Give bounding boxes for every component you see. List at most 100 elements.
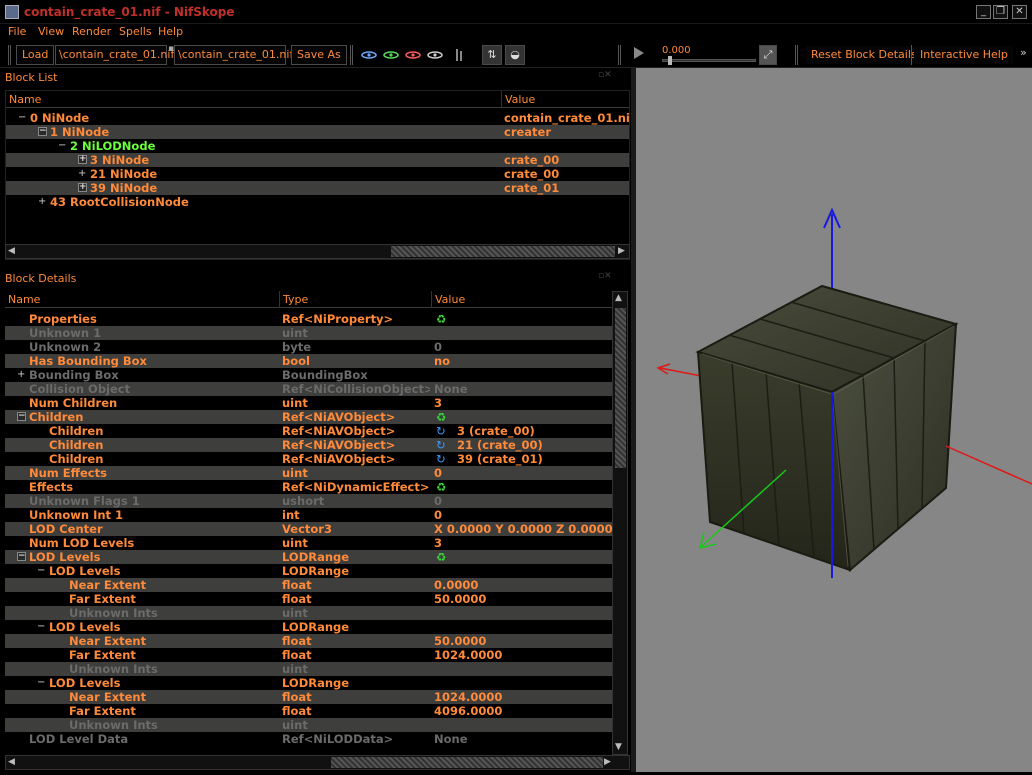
block_details-row[interactable]: Unknown Int 1 int 0	[5, 508, 613, 522]
expand-icon[interactable]: +	[78, 183, 87, 192]
scroll-thumb[interactable]	[615, 308, 626, 468]
block_details-row[interactable]: Children Ref<NiAVObject> ↻ 21 (crate_00)	[5, 438, 613, 452]
load-path-field[interactable]: \contain_crate_01.nif	[55, 45, 174, 65]
menu-render[interactable]: Render	[72, 25, 111, 38]
walk-icon[interactable]	[456, 49, 462, 61]
row-value[interactable]: 0	[434, 508, 613, 522]
save-as-button[interactable]: Save As	[291, 45, 347, 65]
block_details-row[interactable]: − LOD Levels LODRange	[5, 564, 613, 578]
expand-icon[interactable]: +	[38, 195, 48, 209]
block_details-row[interactable]: − LOD Levels LODRange	[5, 620, 613, 634]
save-path-field[interactable]: \contain_crate_01.nif	[174, 45, 293, 65]
interactive-help-button[interactable]: Interactive Help	[914, 45, 1014, 65]
collapse-icon[interactable]: −	[37, 620, 47, 634]
block_details-row[interactable]: Unknown Ints uint	[5, 718, 613, 732]
block-details-vscrollbar[interactable]: ▲ ▼	[612, 291, 628, 755]
block_details-row[interactable]: + Bounding Box BoundingBox	[5, 368, 613, 382]
ref-link-icon[interactable]: ♻	[436, 550, 450, 564]
block_details-row[interactable]: Far Extent float 50.0000	[5, 592, 613, 606]
menu-help[interactable]: Help	[158, 25, 183, 38]
scroll-thumb[interactable]	[391, 246, 615, 257]
block_details-row[interactable]: − LOD Levels LODRange	[5, 676, 613, 690]
block_list-row[interactable]: −1 NiNode creater	[6, 125, 629, 139]
play-icon[interactable]	[634, 47, 644, 59]
row-value[interactable]: crate_00	[504, 153, 629, 167]
block_details-row[interactable]: Near Extent float 1024.0000	[5, 690, 613, 704]
row-value[interactable]: None	[434, 732, 613, 746]
maximize-button[interactable]: ❐	[993, 5, 1008, 19]
block_details-row[interactable]: Far Extent float 4096.0000	[5, 704, 613, 718]
collapse-icon[interactable]: −	[17, 412, 26, 421]
block_details-row[interactable]: Near Extent float 50.0000	[5, 634, 613, 648]
block_details-row[interactable]: Collision Object Ref<NiCollisionObject> No…	[5, 382, 613, 396]
scroll-down-icon[interactable]: ▼	[615, 742, 622, 752]
column-value[interactable]: Value	[431, 291, 615, 308]
collapse-icon[interactable]: −	[37, 564, 47, 578]
reset-block-details-button[interactable]: Reset Block Details	[805, 45, 923, 65]
ref-link-icon[interactable]: ♻	[436, 312, 450, 326]
row-value[interactable]: 0	[434, 340, 613, 354]
collapse-icon[interactable]: −	[18, 111, 28, 125]
scroll-right-icon[interactable]: ▶	[618, 246, 625, 256]
toolbar-grip-4[interactable]	[795, 45, 798, 65]
block_details-row[interactable]: Effects Ref<NiDynamicEffect> ♻	[5, 480, 613, 494]
block_details-row[interactable]: Unknown Ints uint	[5, 606, 613, 620]
block_details-row[interactable]: Unknown 1 uint	[5, 326, 613, 340]
block_list-row[interactable]: +43 RootCollisionNode	[6, 195, 629, 209]
column-value[interactable]: Value	[501, 91, 629, 108]
crate-scene[interactable]	[636, 68, 1032, 772]
block_list-row[interactable]: −0 NiNode contain_crate_01.ni	[6, 111, 629, 125]
block_details-row[interactable]: Unknown Flags 1 ushort 0	[5, 494, 613, 508]
block_details-row[interactable]: Properties Ref<NiProperty> ♻	[5, 312, 613, 326]
toolbar-grip-2[interactable]	[350, 45, 353, 65]
block-ref-icon[interactable]: ↻	[436, 438, 450, 452]
block_details-row[interactable]: Num Effects uint 0	[5, 466, 613, 480]
column-type[interactable]: Type	[279, 291, 431, 308]
row-value[interactable]: contain_crate_01.ni	[504, 111, 629, 125]
collapse-icon[interactable]: −	[38, 127, 47, 136]
collapse-icon[interactable]: −	[37, 676, 47, 690]
scroll-left-icon[interactable]: ◀	[8, 757, 15, 767]
row-value[interactable]: 3 (crate_00)	[457, 424, 613, 438]
row-value[interactable]: 0	[434, 494, 613, 508]
close-button[interactable]: ✕	[1012, 5, 1027, 19]
load-button[interactable]: Load	[16, 45, 55, 65]
scroll-up-icon[interactable]: ▲	[615, 293, 622, 303]
ref-link-icon[interactable]: ♻	[436, 480, 450, 494]
expand-icon[interactable]: +	[17, 368, 27, 382]
row-value[interactable]: no	[434, 354, 613, 368]
block_details-row[interactable]: LOD Level Data Ref<NiLODData> None	[5, 732, 613, 746]
column-name[interactable]: Name	[5, 291, 279, 308]
block-list-dock-icon[interactable]: ▫✕	[598, 70, 612, 80]
flip-icon[interactable]: ⇅	[482, 45, 502, 65]
toolbar-grip-3[interactable]	[618, 45, 621, 65]
block-list-hscrollbar[interactable]: ◀ ▶	[5, 244, 630, 259]
block-details-dock-icon[interactable]: ▫✕	[598, 271, 612, 281]
row-value[interactable]: None	[434, 382, 613, 396]
menu-spells[interactable]: Spells	[119, 25, 152, 38]
row-value[interactable]: X 0.0000 Y 0.0000 Z 0.0000	[434, 522, 613, 536]
toolbar-overflow-icon[interactable]: »	[1020, 46, 1027, 59]
block_details-row[interactable]: Num LOD Levels uint 3	[5, 536, 613, 550]
block_details-row[interactable]: Unknown Ints uint	[5, 662, 613, 676]
row-value[interactable]: 3	[434, 536, 613, 550]
column-name[interactable]: Name	[6, 91, 501, 108]
block_details-row[interactable]: Near Extent float 0.0000	[5, 578, 613, 592]
scroll-left-icon[interactable]: ◀	[8, 246, 15, 256]
row-value[interactable]: 50.0000	[434, 592, 613, 606]
scroll-thumb[interactable]	[331, 757, 603, 768]
block_details-row[interactable]: Children Ref<NiAVObject> ↻ 3 (crate_00)	[5, 424, 613, 438]
row-value[interactable]: 39 (crate_01)	[457, 452, 613, 466]
row-value[interactable]: 0.0000	[434, 578, 613, 592]
block_list-row[interactable]: +21 NiNode crate_00	[6, 167, 629, 181]
menu-file[interactable]: File	[8, 25, 26, 38]
block-ref-icon[interactable]: ↻	[436, 452, 450, 466]
block_details-row[interactable]: Far Extent float 1024.0000	[5, 648, 613, 662]
row-value[interactable]: crate_00	[504, 167, 629, 181]
row-value[interactable]: 4096.0000	[434, 704, 613, 718]
row-value[interactable]: 1024.0000	[434, 648, 613, 662]
view-front-icon[interactable]	[383, 51, 399, 59]
row-value[interactable]: 0	[434, 466, 613, 480]
block_details-row[interactable]: − Children Ref<NiAVObject> ♻	[5, 410, 613, 424]
minimize-button[interactable]: _	[976, 5, 991, 19]
